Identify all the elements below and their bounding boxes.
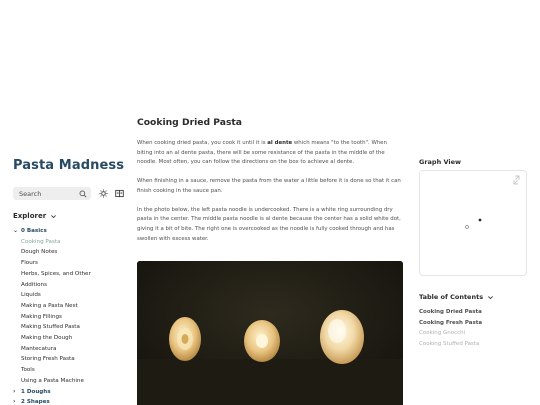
article-paragraph: In the photo below, the left pasta noodl… (137, 206, 401, 242)
file-item[interactable]: Making Fillings (13, 312, 133, 323)
folder-0-basics[interactable]: ⌄ 0 Basics (13, 226, 133, 237)
folder-label: 2 Shapes (21, 399, 50, 405)
article-paragraph: When cooking dried pasta, you cook it un… (137, 139, 403, 168)
article-title: Cooking Dried Pasta (137, 117, 243, 128)
chevron-down-icon: ⌄ (13, 227, 19, 234)
graph-node (465, 225, 469, 229)
site-title[interactable]: Pasta Madness (13, 158, 124, 173)
file-item[interactable]: Mantecatura (13, 344, 133, 355)
toc-item[interactable]: Cooking Stuffed Pasta (419, 339, 482, 350)
graph-node (478, 218, 482, 222)
file-item[interactable]: Making Stuffed Pasta (13, 322, 133, 333)
folder-label: 1 Doughs (21, 388, 51, 395)
graph-title: Graph View (419, 158, 462, 166)
toc-item[interactable]: Cooking Gnocchi (419, 328, 482, 339)
explorer-toggle[interactable]: Explorer (13, 212, 57, 220)
file-item[interactable]: Cooking Pasta (13, 237, 133, 248)
file-item[interactable]: Additions (13, 280, 133, 291)
search-icon (79, 190, 87, 197)
folder-1-doughs[interactable]: › 1 Doughs (13, 387, 133, 398)
explorer-tree: ⌄ 0 Basics Cooking Pasta Dough Notes Flours H… (13, 226, 133, 405)
file-item[interactable]: Tools (13, 365, 133, 376)
folder-2-shapes[interactable]: › 2 Shapes (13, 397, 133, 405)
chevron-right-icon: › (13, 398, 16, 405)
toc-list: Cooking Dried Pasta Cooking Fresh Pasta Co… (419, 307, 482, 349)
article-paragraph: When finishing in a sauce, remove the pa… (137, 178, 401, 194)
search-button[interactable]: Search (13, 187, 91, 200)
toc-toggle[interactable]: Table of Contents (419, 293, 494, 301)
file-item[interactable]: Dough Notes (13, 247, 133, 258)
chevron-down-icon (488, 295, 493, 299)
book-icon[interactable] (114, 189, 124, 199)
chevron-right-icon: › (13, 387, 16, 395)
bold-term: al dente (267, 140, 293, 146)
article: Cooking Dried Pasta When cooking dried p… (137, 117, 403, 253)
file-item[interactable]: Liquids (13, 290, 133, 301)
sun-icon[interactable] (98, 189, 108, 199)
file-item[interactable]: Storing Fresh Pasta (13, 354, 133, 365)
file-item[interactable]: Making the Dough (13, 333, 133, 344)
toc-item[interactable]: Cooking Dried Pasta (419, 307, 482, 318)
expand-icon[interactable] (513, 175, 520, 185)
left-sidebar: Pasta Madness Search Explorer ⌄ 0 Basics… (0, 0, 132, 405)
search-row: Search (13, 187, 124, 200)
file-item[interactable]: Using a Pasta Machine (13, 376, 133, 387)
graph-view[interactable] (419, 170, 527, 276)
paragraph-text: When cooking dried pasta, you cook it un… (137, 140, 268, 146)
folder-label: 0 Basics (21, 228, 47, 234)
toc-item[interactable]: Cooking Fresh Pasta (419, 318, 482, 329)
file-item[interactable]: Making a Pasta Nest (13, 301, 133, 312)
file-item[interactable]: Flours (13, 258, 133, 269)
search-label: Search (19, 189, 42, 198)
pasta-photo (137, 261, 403, 405)
file-item[interactable]: Herbs, Spices, and Other (13, 269, 133, 280)
toc-title: Table of Contents (419, 293, 484, 301)
chevron-down-icon (51, 214, 57, 218)
explorer-title: Explorer (13, 212, 47, 220)
